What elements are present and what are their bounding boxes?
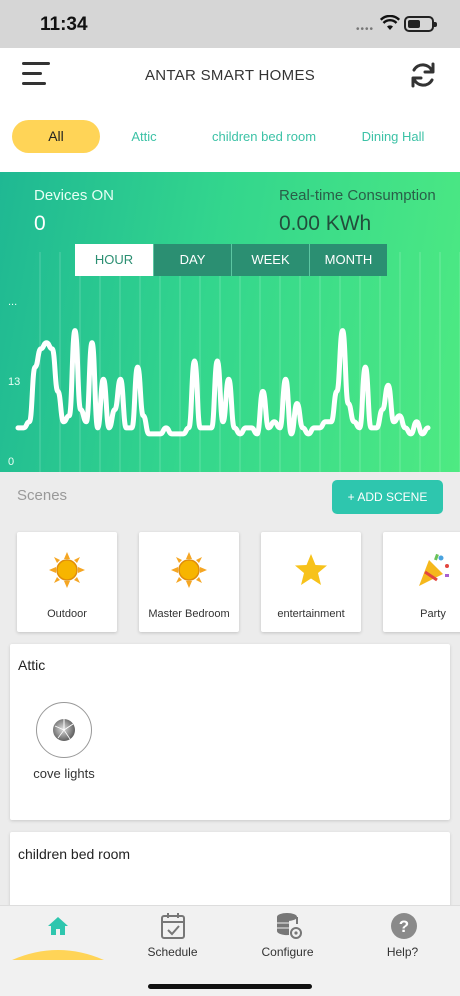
tab-children-bed-room[interactable]: children bed room xyxy=(204,120,324,153)
bulb-dimmer-icon xyxy=(53,719,75,741)
add-scene-button[interactable]: + ADD SCENE xyxy=(332,480,443,514)
refresh-icon[interactable] xyxy=(408,60,438,90)
sun-icon xyxy=(49,552,85,588)
nav-label: Configure xyxy=(261,945,314,959)
nav-home[interactable] xyxy=(0,906,115,976)
wifi-icon xyxy=(380,15,400,30)
time-range-selector: HOUR DAY WEEK MONTH xyxy=(75,244,387,276)
nav-help[interactable]: ? Help? xyxy=(345,906,460,976)
bottom-navigation: Schedule Configure ? Help? xyxy=(0,905,460,996)
nav-label: Help? xyxy=(386,945,419,959)
devices-on-label: Devices ON xyxy=(34,187,115,204)
scene-entertainment[interactable]: entertainment xyxy=(261,532,361,632)
signal-dots: •••• xyxy=(356,24,375,35)
range-day-button[interactable]: DAY xyxy=(153,244,231,276)
scenes-title: Scenes xyxy=(17,487,68,504)
nav-configure[interactable]: Configure xyxy=(230,906,345,976)
range-hour-button[interactable]: HOUR xyxy=(75,244,153,276)
scene-label: Party xyxy=(420,608,446,620)
consumption-panel: Devices ON 0 Real-time Consumption 0.00 … xyxy=(0,172,460,472)
scene-label: Master Bedroom xyxy=(148,608,230,620)
home-indicator xyxy=(148,984,312,989)
scene-label: Outdoor xyxy=(47,608,87,620)
svg-text:?: ? xyxy=(399,917,409,936)
device-cove-lights-button[interactable] xyxy=(36,702,92,758)
scene-master-bedroom[interactable]: Master Bedroom xyxy=(139,532,239,632)
help-icon: ? xyxy=(391,913,417,939)
scene-label: entertainment xyxy=(277,608,345,620)
sun-icon xyxy=(171,552,207,588)
room-title: Attic xyxy=(18,657,46,673)
app-title: ANTAR SMART HOMES xyxy=(144,67,316,84)
nav-label: Schedule xyxy=(147,945,198,959)
active-tab-indicator xyxy=(12,950,104,960)
range-month-button[interactable]: MONTH xyxy=(309,244,387,276)
consumption-value: 0.00 KWh xyxy=(279,212,372,235)
tab-dining-hall[interactable]: Dining Hall xyxy=(352,120,434,153)
y-tick-top: ... xyxy=(8,296,18,308)
database-gear-icon xyxy=(276,913,302,939)
y-tick-zero: 0 xyxy=(8,456,15,468)
room-title: children bed room xyxy=(18,846,131,862)
calendar-icon xyxy=(161,913,185,939)
nav-schedule[interactable]: Schedule xyxy=(115,906,230,976)
tab-attic[interactable]: Attic xyxy=(116,120,172,153)
battery-icon xyxy=(404,16,437,32)
room-card-attic: Attic cove lights xyxy=(10,644,450,820)
status-bar: 11:34 •••• xyxy=(0,0,460,48)
tab-all[interactable]: All xyxy=(12,120,100,153)
range-week-button[interactable]: WEEK xyxy=(231,244,309,276)
scene-party[interactable]: Party xyxy=(383,532,460,632)
star-icon xyxy=(295,554,327,585)
app-header: ANTAR SMART HOMES xyxy=(0,48,460,102)
consumption-label: Real-time Consumption xyxy=(279,187,436,204)
status-time: 11:34 xyxy=(40,14,88,35)
consumption-chart xyxy=(15,252,460,472)
y-tick-mid: 13 xyxy=(8,376,21,388)
party-popper-icon xyxy=(419,553,449,586)
device-label: cove lights xyxy=(33,766,95,781)
devices-on-value: 0 xyxy=(34,212,46,235)
home-icon xyxy=(48,917,68,935)
room-tabs: All Attic children bed room Dining Hall xyxy=(0,102,460,172)
scene-outdoor[interactable]: Outdoor xyxy=(17,532,117,632)
